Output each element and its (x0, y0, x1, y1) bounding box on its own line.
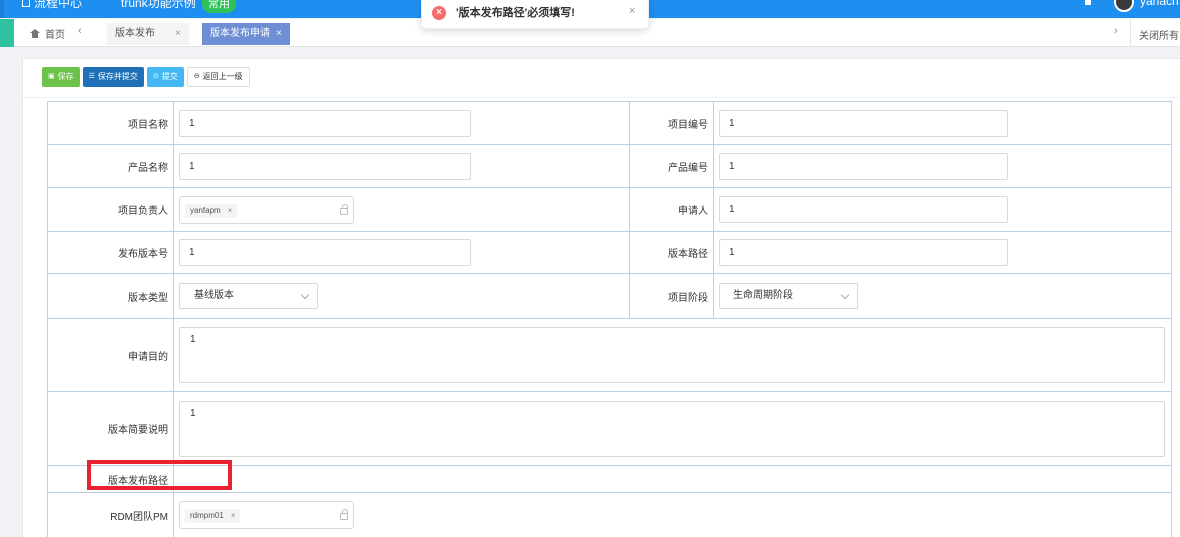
nav-process-center[interactable]: 流程中心 (22, 0, 82, 11)
project-stage-label: 项目阶段 (629, 273, 714, 319)
required-field-highlight (87, 460, 232, 490)
navbar-edge (0, 0, 4, 18)
purpose-textarea[interactable]: 1 (179, 327, 1165, 383)
rdm-pm-label: RDM团队PM (47, 492, 174, 537)
save-button[interactable]: ▣ 保存 (42, 67, 80, 87)
form-row: 发布版本号 1 版本路径 1 (47, 231, 1172, 274)
toast-message: '版本发布路径'必须填写! (456, 7, 575, 19)
summary-textarea[interactable]: 1 (179, 400, 1165, 457)
form-row: 项目名称 1 项目编号 1 (47, 101, 1172, 145)
close-icon[interactable]: × (276, 28, 282, 39)
product-code-input[interactable]: 1 (719, 152, 1008, 180)
release-version-label: 发布版本号 (47, 231, 174, 274)
summary-label: 版本简要说明 (47, 391, 174, 466)
form-toolbar: ▣ 保存 ☰ 保存并提交 ⊙ 提交 ⊖ 返回上一级 (42, 67, 250, 87)
user-tag: rdmpm01 × (185, 509, 241, 523)
project-name-label: 项目名称 (47, 101, 174, 145)
divider (1130, 19, 1131, 47)
project-name-input[interactable]: 1 (179, 109, 471, 137)
user-tag: yanfapm × (185, 203, 238, 218)
close-icon[interactable]: × (228, 206, 233, 215)
save-icon: ▣ (48, 73, 55, 80)
back-circle-icon: ⊖ (193, 73, 200, 80)
close-icon[interactable]: × (231, 511, 236, 520)
tab-version-release-apply[interactable]: 版本发布申请 × (202, 23, 290, 45)
project-owner-label: 项目负责人 (47, 187, 174, 232)
back-button[interactable]: ⊖ 返回上一级 (186, 67, 250, 87)
form-row: 申请目的 1 (47, 318, 1172, 392)
submit-button[interactable]: ⊙ 提交 (146, 67, 184, 87)
chevron-right-icon[interactable]: › (1114, 25, 1118, 37)
release-version-input[interactable]: 1 (179, 239, 471, 266)
form-row: 版本类型 基线版本 项目阶段 生命周期阶段 (47, 273, 1172, 319)
project-stage-select[interactable]: 生命周期阶段 (719, 283, 858, 309)
rdm-pm-picker[interactable]: rdmpm01 × (179, 501, 354, 529)
tab-version-release[interactable]: 版本发布 × (107, 23, 189, 45)
project-code-input[interactable]: 1 (719, 109, 1008, 137)
product-name-input[interactable]: 1 (179, 152, 471, 180)
version-path-label: 版本路径 (629, 231, 714, 274)
project-code-label: 项目编号 (629, 101, 714, 145)
fullscreen-icon[interactable] (1085, 0, 1091, 5)
applicant-input[interactable]: 1 (719, 196, 1008, 223)
close-icon[interactable]: × (629, 5, 635, 17)
purpose-label: 申请目的 (47, 318, 174, 392)
common-badge: 常用 (202, 0, 236, 13)
product-name-label: 产品名称 (47, 144, 174, 188)
version-path-input[interactable]: 1 (719, 239, 1008, 266)
grid-icon (22, 0, 30, 7)
version-type-label: 版本类型 (47, 273, 174, 319)
save-submit-button[interactable]: ☰ 保存并提交 (82, 67, 144, 87)
applicant-label: 申请人 (629, 187, 714, 232)
close-all-tabs[interactable]: 关闭所有 (1139, 27, 1179, 42)
product-code-label: 产品编号 (629, 144, 714, 188)
form-row: 项目负责人 yanfapm × 申请人 1 (47, 187, 1172, 232)
chevron-left-icon[interactable]: ‹ (78, 25, 82, 37)
close-icon[interactable]: × (175, 28, 181, 39)
lock-icon (340, 203, 348, 215)
username[interactable]: yanach (1140, 0, 1179, 8)
home-icon (30, 29, 40, 38)
project-owner-picker[interactable]: yanfapm × (179, 195, 354, 224)
tab-home[interactable]: 首页 (30, 26, 65, 41)
error-toast: × '版本发布路径'必须填写! × (421, 0, 649, 29)
form-row: 产品名称 1 产品编号 1 (47, 144, 1172, 188)
divider (23, 97, 1180, 98)
release-path-field[interactable] (173, 465, 1172, 493)
list-icon: ☰ (88, 73, 95, 80)
form-row: 版本简要说明 1 (47, 391, 1172, 466)
form-row: RDM团队PM rdmpm01 × (47, 492, 1172, 537)
version-type-select[interactable]: 基线版本 (179, 283, 318, 309)
nav-trunk-demo[interactable]: trunk功能示例 (121, 0, 196, 11)
error-icon: × (432, 6, 446, 20)
chevron-down-icon (300, 290, 310, 300)
lock-icon (340, 509, 348, 520)
chevron-down-icon (840, 290, 850, 300)
sidebar-accent (0, 19, 14, 47)
avatar[interactable] (1114, 0, 1134, 12)
check-circle-icon: ⊙ (152, 73, 159, 80)
